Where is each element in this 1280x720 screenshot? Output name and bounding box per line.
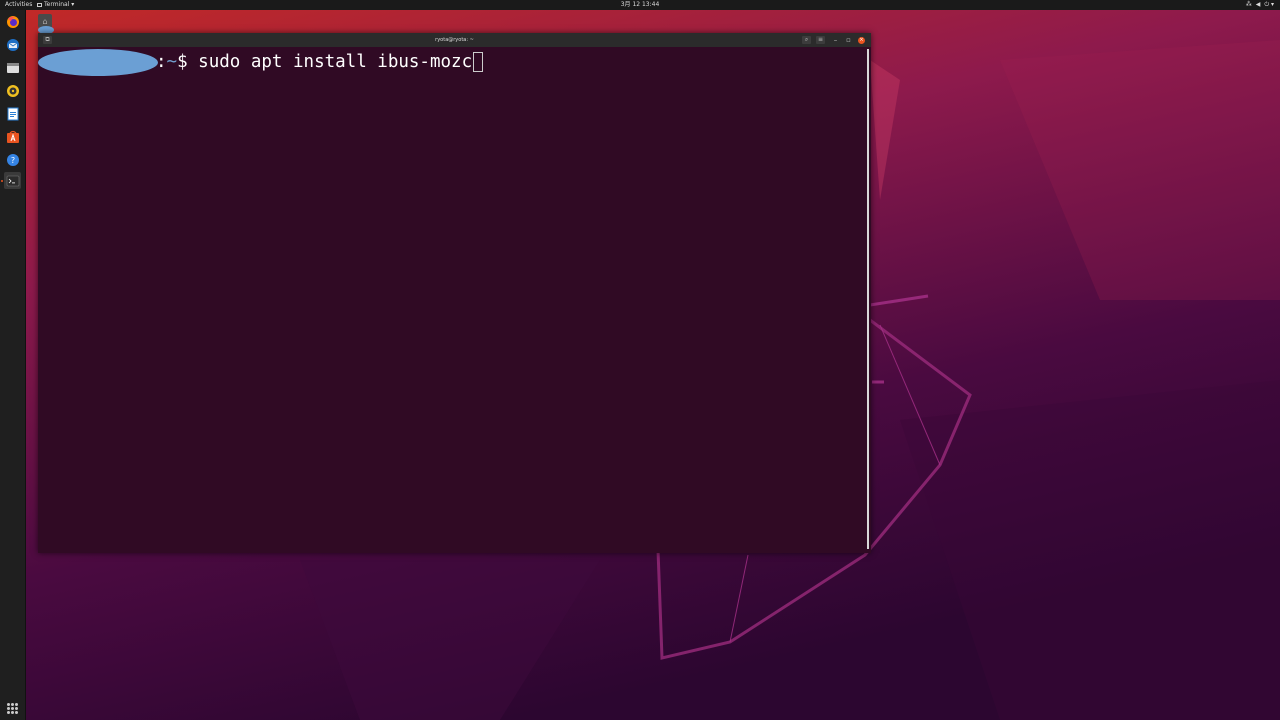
prompt-line: : ~ $ sudo apt install ibus-mozc [38,48,484,76]
terminal-icon [6,175,19,186]
power-icon: ⏻ ▾ [1264,1,1274,8]
dock-writer[interactable] [4,105,21,122]
terminal-window[interactable]: ⧉ ryota@ryota: ~ ⌕ ≡ – ▫ × : ~ $ sudo apt … [38,33,871,553]
clock[interactable]: 3月 12 13:44 [0,0,1280,10]
window-title: ryota@ryota: ~ [435,37,474,43]
menu-button[interactable]: ≡ [816,36,825,44]
dock-rhythmbox[interactable] [4,82,21,99]
terminal-output[interactable]: : ~ $ sudo apt install ibus-mozc [38,47,871,553]
maximize-button[interactable]: ▫ [844,35,853,45]
prompt-symbol: $ [177,52,199,72]
dock-software[interactable] [4,128,21,145]
svg-text:?: ? [10,156,14,165]
rhythmbox-icon [6,84,19,97]
redacted-username [38,48,158,76]
dock-terminal[interactable] [4,172,21,189]
prompt-path: ~ [166,52,178,72]
text-cursor [473,52,484,72]
top-bar: Activities Terminal ▾ 3月 12 13:44 ⁂ ◀ ⏻ … [0,0,1280,10]
scrollbar[interactable] [867,49,869,549]
software-icon [6,130,19,143]
thunderbird-icon [6,38,19,51]
dock-help[interactable]: ? [4,151,21,168]
prompt-colon: : [156,52,167,72]
minimize-button[interactable]: – [831,35,840,45]
show-applications-icon[interactable] [7,703,18,714]
terminal-titlebar[interactable]: ⧉ ryota@ryota: ~ ⌕ ≡ – ▫ × [38,33,871,47]
dock: ? [0,10,26,720]
dock-thunderbird[interactable] [4,36,21,53]
volume-icon: ◀ [1255,1,1261,8]
dock-firefox[interactable] [4,13,21,30]
help-icon: ? [6,153,19,166]
search-button[interactable]: ⌕ [802,36,811,44]
network-icon: ⁂ [1245,1,1252,8]
close-button[interactable]: × [858,37,865,44]
command-text: sudo apt install ibus-mozc [198,52,473,72]
firefox-icon [6,15,19,28]
files-icon [6,62,19,73]
system-tray[interactable]: ⁂ ◀ ⏻ ▾ [1246,0,1274,10]
libreoffice-writer-icon [7,107,18,120]
dock-files[interactable] [4,59,21,76]
running-indicator [1,180,3,182]
